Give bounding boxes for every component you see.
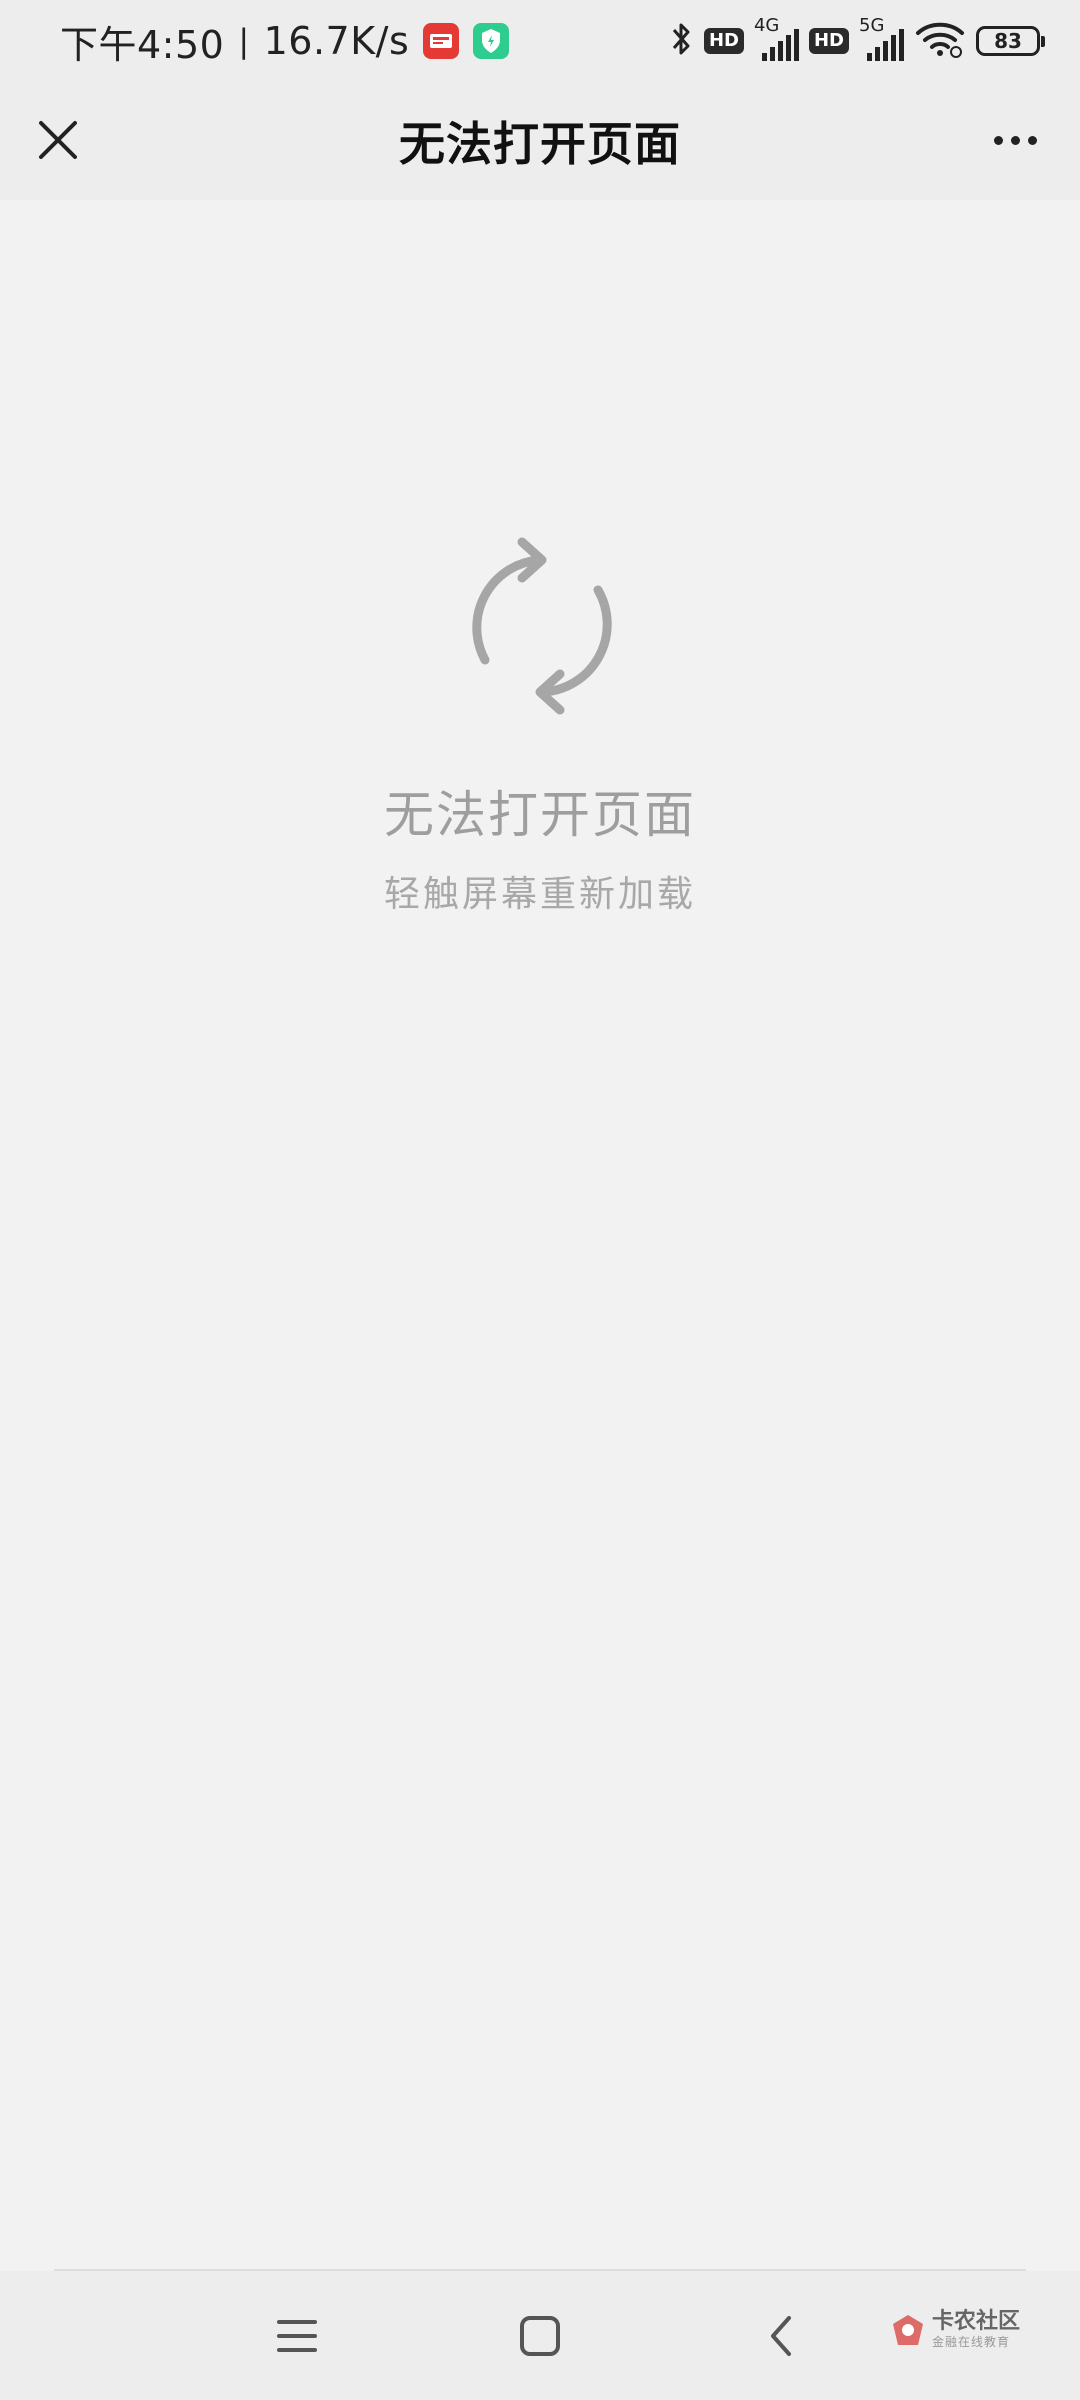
reload-area[interactable]: 无法打开页面 轻触屏幕重新加载 [0,200,1080,2270]
status-right: HD 4G HD 5G 83 [668,15,1045,63]
home-button[interactable] [500,2301,580,2371]
signal-5g-label: 5G [859,15,885,36]
error-title: 无法打开页面 [384,786,696,844]
status-bar: 下午4:50 | 16.7K/s HD 4G HD 5G 83 [0,0,1080,82]
wifi-icon [914,19,966,63]
system-nav-bar: 卡农社区 金融在线教育 [0,2271,1080,2400]
close-icon [39,121,77,159]
title-bar: 无法打开页面 [0,82,1080,200]
battery-icon: 83 [976,26,1045,56]
watermark-subtitle: 金融在线教育 [931,2335,1010,2349]
page-title: 无法打开页面 [399,117,681,171]
more-dots-icon [993,135,1003,145]
battery-level: 83 [994,29,1022,53]
back-icon [771,2316,791,2356]
watermark-logo-icon [892,2314,923,2345]
hd-badge-2: HD [808,28,849,54]
bluetooth-icon [668,19,694,63]
status-time: 下午4:50 [60,22,225,67]
refresh-icon [472,537,612,715]
signal-4g: 4G [754,15,799,61]
watermark: 卡农社区 金融在线教育 [890,2311,1020,2348]
more-button[interactable] [980,112,1050,168]
home-icon [520,2316,560,2356]
menu-button[interactable] [257,2301,337,2371]
status-separator: | [238,22,250,60]
status-left: 下午4:50 | 16.7K/s [60,14,510,69]
watermark-title: 卡农社区 [931,2309,1020,2334]
status-net-speed: 16.7K/s [263,19,410,63]
back-button[interactable] [742,2301,822,2371]
news-app-icon [423,23,460,59]
menu-icon [277,2320,317,2352]
hd-badge-1: HD [703,28,744,54]
shield-icon [473,23,510,59]
signal-4g-label: 4G [753,15,780,36]
signal-5g: 5G [859,15,904,61]
error-subtitle: 轻触屏幕重新加载 [383,874,696,915]
close-button[interactable] [30,112,86,168]
